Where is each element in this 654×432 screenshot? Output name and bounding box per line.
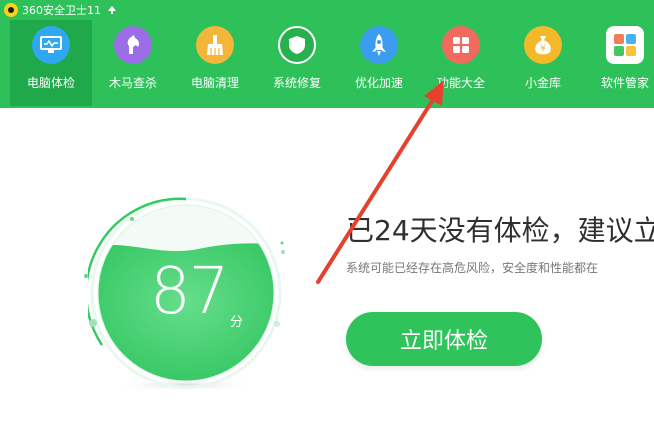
checkup-subtext: 系统可能已经存在高危风险，安全度和性能都在 <box>346 261 599 275</box>
nav-label: 功能大全 <box>436 76 485 90</box>
app-logo-icon <box>4 3 18 17</box>
grid-icon <box>442 26 480 64</box>
title-bar: 360安全卫士11 <box>0 0 117 20</box>
main-nav: 电脑体检 木马查杀 电脑清理 系统修复 优化加速 功能大全 ¥ 小金库 软件管家 <box>10 20 654 106</box>
app-title: 360安全卫士11 <box>22 4 101 17</box>
nav-label: 电脑体检 <box>26 76 75 90</box>
health-score: 87 <box>150 255 229 329</box>
checkup-headline: 已24天没有体检，建议立 <box>346 214 654 247</box>
nav-label: 优化加速 <box>354 76 403 90</box>
nav-item-all-features[interactable]: 功能大全 <box>420 20 502 106</box>
nav-item-small-vault[interactable]: ¥ 小金库 <box>502 20 584 106</box>
nav-item-optimize-speedup[interactable]: 优化加速 <box>338 20 420 106</box>
nav-item-trojan-scan[interactable]: 木马查杀 <box>92 20 174 106</box>
broom-icon <box>196 26 234 64</box>
software-icon <box>606 26 644 64</box>
start-checkup-button[interactable]: 立即体检 <box>346 312 542 366</box>
nav-label: 电脑清理 <box>190 76 239 90</box>
horse-icon <box>114 26 152 64</box>
monitor-icon <box>32 26 70 64</box>
upgrade-arrow-icon[interactable] <box>107 5 117 15</box>
score-unit: 分 <box>230 315 244 330</box>
nav-item-software-manager[interactable]: 软件管家 <box>584 20 654 106</box>
nav-label: 系统修复 <box>272 76 321 90</box>
money-bag-icon: ¥ <box>524 26 562 64</box>
svg-text:¥: ¥ <box>540 44 546 54</box>
shield-icon <box>278 26 316 64</box>
top-header: 360安全卫士11 电脑体检 木马查杀 电脑清理 系统修复 优化加速 功能大全 … <box>0 0 654 108</box>
nav-label: 软件管家 <box>600 76 649 90</box>
rocket-icon <box>360 26 398 64</box>
nav-label: 小金库 <box>524 76 561 90</box>
nav-label: 木马查杀 <box>108 76 157 90</box>
nav-item-pc-cleanup[interactable]: 电脑清理 <box>174 20 256 106</box>
nav-item-pc-checkup[interactable]: 电脑体检 <box>10 20 92 106</box>
nav-item-system-repair[interactable]: 系统修复 <box>256 20 338 106</box>
